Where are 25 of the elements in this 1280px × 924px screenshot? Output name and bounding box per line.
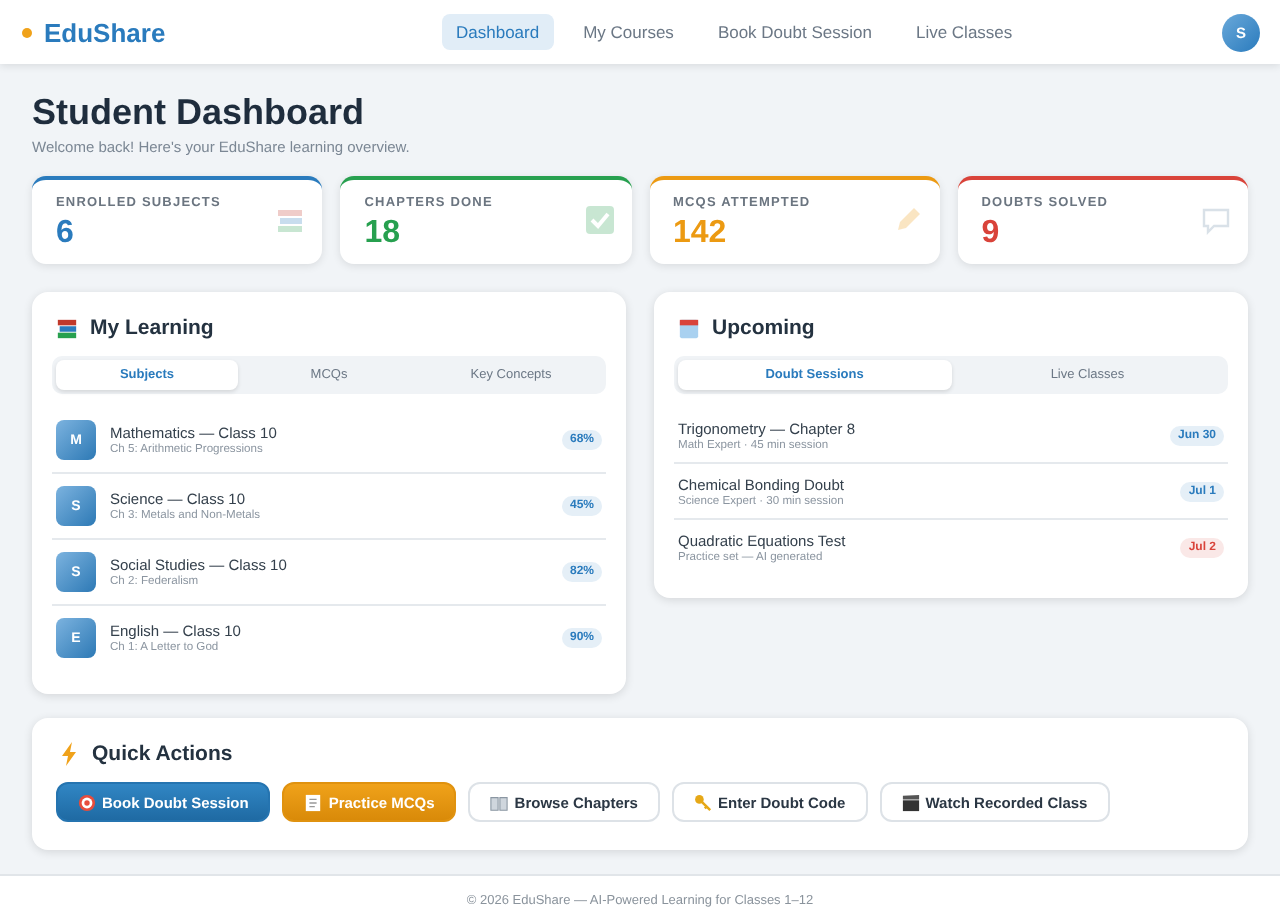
nav-link[interactable]: Dashboard xyxy=(442,14,554,50)
nav-link[interactable]: My Courses xyxy=(569,14,688,50)
book-icon xyxy=(490,793,509,811)
stat-value: 142 xyxy=(673,216,729,252)
clapperboard-icon xyxy=(901,793,920,811)
target-icon xyxy=(78,793,96,811)
panel-title: Quick Actions xyxy=(92,742,233,766)
logo-dot-icon xyxy=(22,27,32,37)
key-icon xyxy=(693,793,712,811)
stat-value: 18 xyxy=(364,216,403,252)
nav-link[interactable]: Book Doubt Session xyxy=(703,14,886,50)
nav-link[interactable]: Live Classes xyxy=(901,14,1027,50)
panel-title: My Learning xyxy=(90,316,214,340)
books-icon xyxy=(274,204,307,236)
stat-value: 6 xyxy=(56,216,76,252)
memo-icon xyxy=(304,793,323,811)
books-icon xyxy=(56,317,78,339)
brand-name: EduShare xyxy=(44,17,166,47)
panel-title: Upcoming xyxy=(712,316,815,340)
calendar-icon xyxy=(678,317,700,339)
page-title: Student Dashboard xyxy=(32,92,367,134)
stat-value: 9 xyxy=(981,216,1002,252)
lightning-icon xyxy=(60,742,80,766)
check-icon xyxy=(583,204,615,236)
speech-bubble-icon xyxy=(1200,204,1232,236)
